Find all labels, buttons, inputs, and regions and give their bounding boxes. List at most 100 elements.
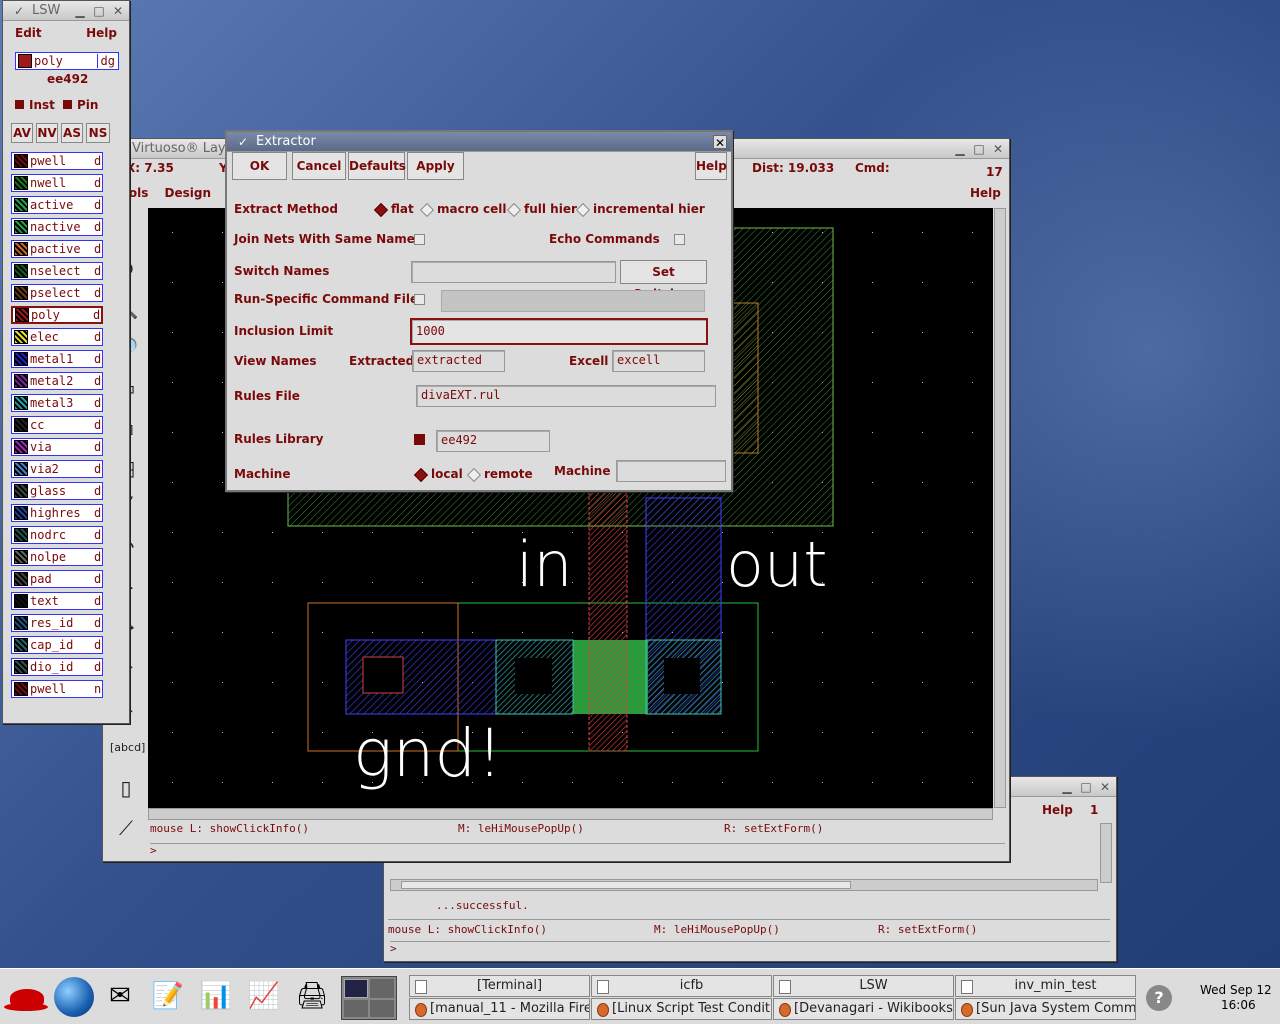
pin-toggle[interactable]: Pin [63, 98, 98, 112]
radio-remote-label[interactable]: remote [484, 467, 533, 481]
task-firefox-linux-script[interactable]: [Linux Script Test Condition [591, 998, 772, 1020]
layer-item-poly[interactable]: poly d [11, 306, 103, 324]
radio-incremental-hier-label[interactable]: incremental hier [593, 202, 705, 216]
layer-item-nolpe[interactable]: nolpe d [11, 548, 103, 566]
layer-item-dio_id[interactable]: dio_id d [11, 658, 103, 676]
label-icon[interactable]: [abcd] [110, 732, 145, 764]
lsw-menu-help[interactable]: Help [86, 26, 117, 40]
impress-launcher-icon[interactable]: 📊 [196, 976, 236, 1016]
current-layer[interactable]: poly dg [15, 52, 119, 70]
nv-button[interactable]: NV [36, 123, 58, 143]
minimize-icon[interactable]: ▁ [953, 142, 967, 156]
inclusion-limit-input[interactable]: 1000 [410, 318, 708, 345]
cmd-prompt[interactable]: > [390, 941, 1110, 955]
cmd-help-menu[interactable]: Help [1042, 803, 1073, 817]
printer-launcher-icon[interactable]: 🖨 [292, 976, 332, 1016]
layer-item-elec[interactable]: elec d [11, 328, 103, 346]
radio-flat-label[interactable]: flat [391, 202, 414, 216]
close-icon[interactable]: ✕ [111, 4, 125, 18]
set-switches-button[interactable]: Set Switches [620, 260, 707, 301]
switch-names-input[interactable] [411, 261, 616, 283]
mail-launcher-icon[interactable]: ✉ [100, 976, 140, 1016]
layer-item-pselect[interactable]: pselect d [11, 284, 103, 302]
cmd-vscrollbar[interactable] [1100, 823, 1112, 883]
layer-item-pad[interactable]: pad d [11, 570, 103, 588]
extractor-help-button[interactable]: Help [695, 152, 727, 180]
layer-item-pactive[interactable]: pactive d [11, 240, 103, 258]
layer-item-highres[interactable]: highres d [11, 504, 103, 522]
radio-local-label[interactable]: local [431, 467, 463, 481]
task-icfb[interactable]: icfb [591, 975, 772, 997]
clock-time[interactable]: 16:06 [1221, 998, 1256, 1012]
property-icon[interactable]: ▯ [110, 772, 142, 804]
rules-file-input[interactable]: divaEXT.rul [416, 385, 716, 407]
cmd-hscrollbar[interactable] [390, 879, 1098, 891]
writer-launcher-icon[interactable]: 📝 [148, 976, 188, 1016]
apply-button[interactable]: Apply [407, 152, 464, 180]
task-firefox-manual[interactable]: [manual_11 - Mozilla Firefo: [409, 998, 590, 1020]
ok-button[interactable]: OK [232, 152, 287, 180]
layer-item-text[interactable]: text d [11, 592, 103, 610]
layer-item-via2[interactable]: via2 d [11, 460, 103, 478]
redhat-menu-icon[interactable] [4, 981, 48, 1015]
task-firefox-devanagari[interactable]: [Devanagari - Wikibooks, c( [773, 998, 954, 1020]
window-menu-icon[interactable]: ✓ [236, 135, 250, 149]
maximize-icon[interactable]: □ [972, 142, 986, 156]
close-icon[interactable]: ✕ [991, 142, 1005, 156]
machine-name-input[interactable] [616, 460, 726, 482]
layer-item-pwell[interactable]: pwell d [11, 152, 103, 170]
calc-launcher-icon[interactable]: 📈 [244, 976, 284, 1016]
echo-commands-checkbox[interactable] [674, 234, 685, 245]
lsw-menu-edit[interactable]: Edit [15, 26, 42, 40]
layer-item-glass[interactable]: glass d [11, 482, 103, 500]
virtuoso-prompt[interactable]: > [150, 843, 1005, 857]
extracted-input[interactable]: extracted [412, 350, 505, 372]
extractor-titlebar[interactable]: ✓ Extractor ✕ [227, 132, 731, 152]
rules-library-input[interactable]: ee492 [436, 430, 550, 452]
help-notification-icon[interactable]: ? [1146, 985, 1172, 1011]
maximize-icon[interactable]: □ [92, 4, 106, 18]
radio-full-hier-label[interactable]: full hier [524, 202, 577, 216]
window-menu-icon[interactable]: ✓ [12, 4, 26, 18]
workspace-pager[interactable] [341, 976, 397, 1020]
av-button[interactable]: AV [11, 123, 33, 143]
task-inv-min-test[interactable]: inv_min_test [955, 975, 1136, 997]
layer-item-cap_id[interactable]: cap_id d [11, 636, 103, 654]
layer-item-metal1[interactable]: metal1 d [11, 350, 103, 368]
ns-button[interactable]: NS [86, 123, 110, 143]
menu-design[interactable]: Design [165, 186, 212, 200]
clock-date[interactable]: Wed Sep 12 [1200, 983, 1272, 997]
measure-icon[interactable]: ⟋ [110, 812, 142, 844]
layer-item-nselect[interactable]: nselect d [11, 262, 103, 280]
layer-item-via[interactable]: via d [11, 438, 103, 456]
radio-macro-cell-label[interactable]: macro cell [437, 202, 507, 216]
canvas-hscrollbar[interactable] [148, 808, 993, 820]
layer-item-active[interactable]: active d [11, 196, 103, 214]
minimize-icon[interactable]: ▁ [73, 4, 87, 18]
canvas-vscrollbar[interactable] [994, 208, 1006, 808]
as-button[interactable]: AS [61, 123, 83, 143]
close-icon[interactable]: ✕ [713, 134, 727, 150]
run-specific-checkbox[interactable] [414, 294, 425, 305]
task-terminal[interactable]: [Terminal] [409, 975, 590, 997]
lsw-titlebar[interactable]: ✓ LSW ▁ □ ✕ [3, 1, 129, 21]
maximize-icon[interactable]: □ [1079, 780, 1093, 794]
layer-item-nwell[interactable]: nwell d [11, 174, 103, 192]
layer-item-nactive[interactable]: nactive d [11, 218, 103, 236]
defaults-button[interactable]: Defaults [348, 152, 406, 180]
task-lsw[interactable]: LSW [773, 975, 954, 997]
cancel-button[interactable]: Cancel [292, 152, 346, 180]
layer-item-metal3[interactable]: metal3 d [11, 394, 103, 412]
layer-item-metal2[interactable]: metal2 d [11, 372, 103, 390]
layer-item-nodrc[interactable]: nodrc d [11, 526, 103, 544]
excell-input[interactable]: excell [612, 350, 705, 372]
virtuoso-help-menu[interactable]: Help [970, 186, 1001, 200]
layer-item-res_id[interactable]: res_id d [11, 614, 103, 632]
minimize-icon[interactable]: ▁ [1060, 780, 1074, 794]
layer-item-pwell[interactable]: pwell n [11, 680, 103, 698]
layer-item-cc[interactable]: cc d [11, 416, 103, 434]
browser-launcher-icon[interactable] [54, 977, 94, 1017]
inst-toggle[interactable]: Inst [15, 98, 55, 112]
join-nets-checkbox[interactable] [414, 234, 425, 245]
close-icon[interactable]: ✕ [1098, 780, 1112, 794]
